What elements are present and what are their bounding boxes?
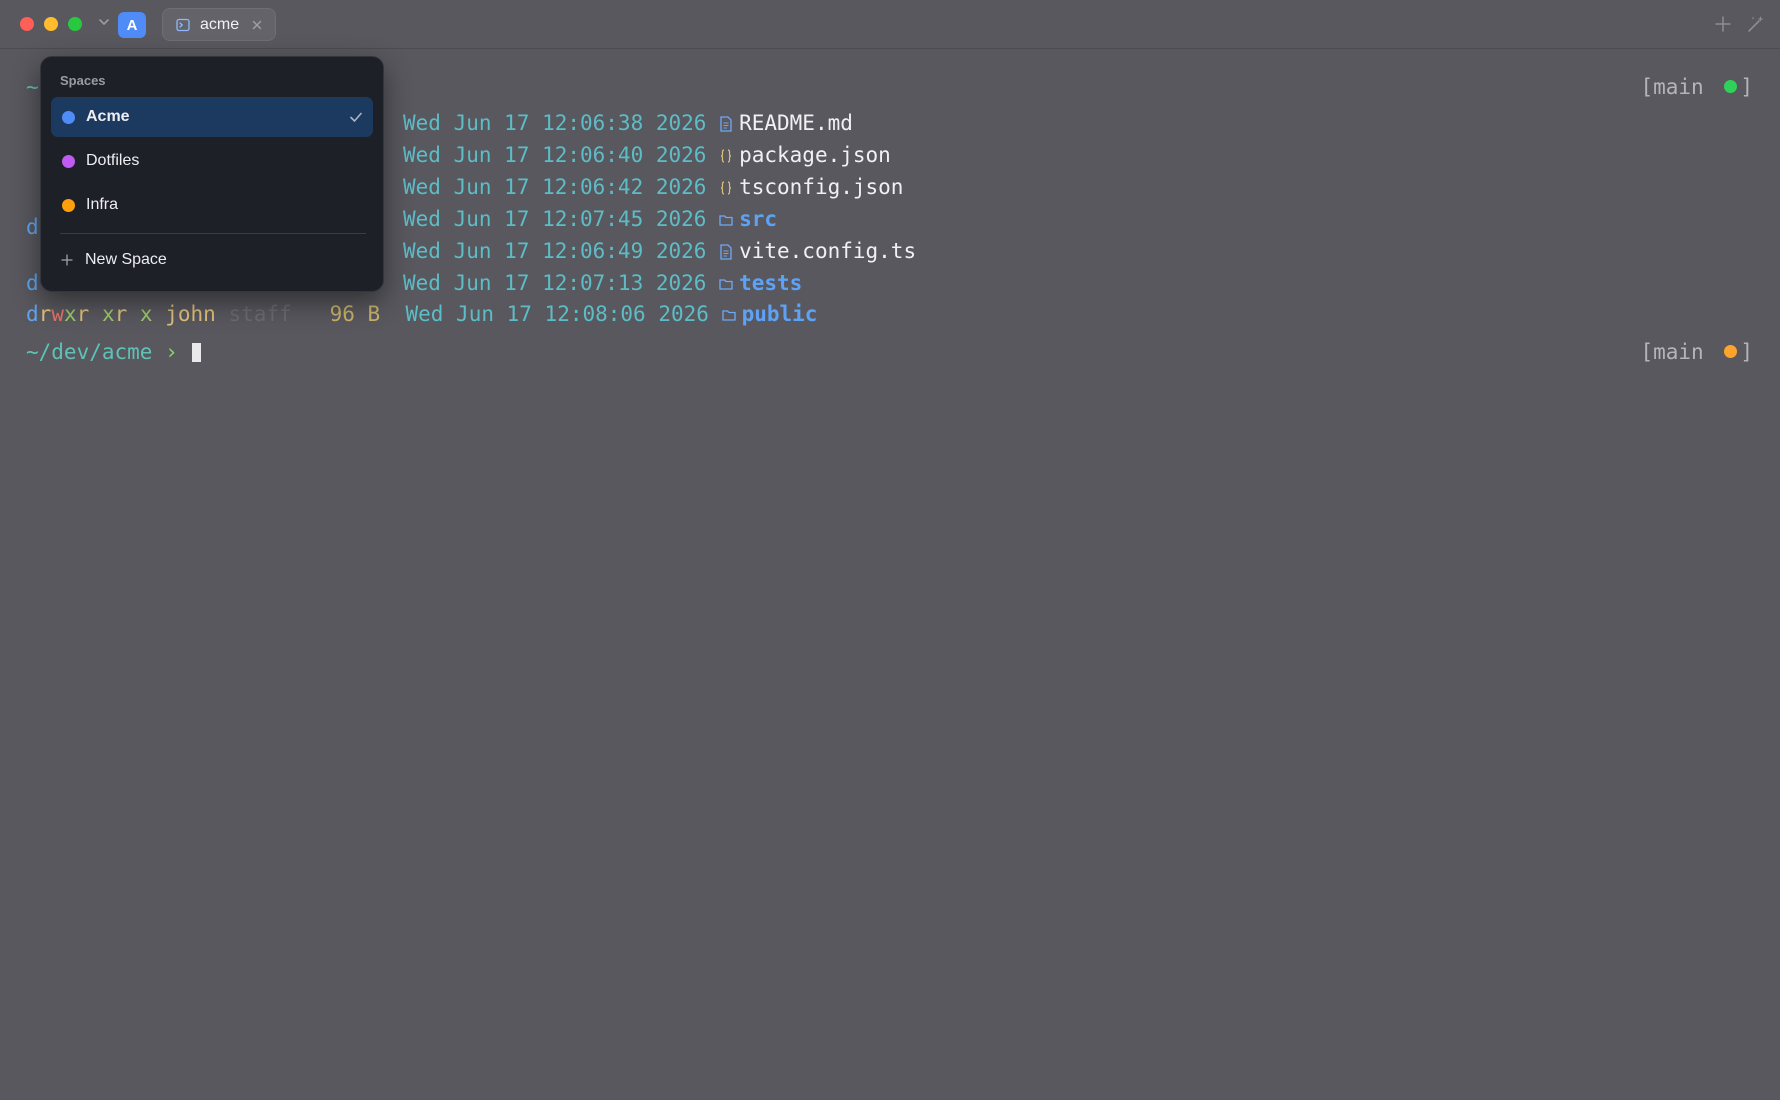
- file-icon: [720, 116, 732, 132]
- git-branch-indicator-top: [main ]: [1640, 75, 1753, 99]
- title-bar: A acme: [0, 0, 1780, 49]
- file-icon: [720, 244, 732, 260]
- checkmark-icon: [350, 112, 362, 122]
- tab-acme[interactable]: acme: [162, 8, 276, 41]
- spaces-dropdown: Spaces Acme Dotfiles Infra New Space: [40, 56, 384, 292]
- space-item-acme[interactable]: Acme: [51, 97, 373, 137]
- shell-prompt: ~/dev/acme ›: [26, 340, 178, 364]
- space-color-dot: [62, 111, 75, 124]
- ai-sparkle-icon[interactable]: [1746, 14, 1766, 34]
- new-tab-plus-icon[interactable]: [1714, 15, 1732, 33]
- space-label: Infra: [86, 196, 119, 213]
- close-tab-icon[interactable]: [251, 19, 263, 31]
- perm-fragment: d: [26, 271, 39, 295]
- text-cursor: [192, 343, 201, 362]
- git-status-dot-clean: [1724, 80, 1738, 93]
- space-color-dot: [62, 155, 75, 168]
- partial-prompt: ~: [26, 75, 39, 99]
- spaces-header: Spaces: [60, 73, 106, 88]
- space-item-dotfiles[interactable]: Dotfiles: [51, 141, 373, 181]
- plus-icon: [61, 254, 73, 266]
- new-space-label: New Space: [85, 251, 167, 268]
- tab-label: acme: [200, 16, 240, 33]
- json-icon: [721, 181, 732, 195]
- table-row: Wed Jun 17 12:07:45 2026 src: [403, 207, 778, 231]
- folder-icon: [721, 310, 736, 321]
- table-row: drwxr xr x john staff 96 B Wed Jun 17 12…: [26, 302, 818, 326]
- space-switcher-avatar[interactable]: A: [118, 12, 146, 38]
- perm-fragment: d: [26, 215, 39, 239]
- table-row: Wed Jun 17 12:06:40 2026 package.json: [403, 143, 891, 167]
- table-row: Wed Jun 17 12:06:49 2026 vite.config.ts: [403, 239, 917, 263]
- zoom-window-button[interactable]: [68, 17, 82, 31]
- table-row: Wed Jun 17 12:06:42 2026 tsconfig.json: [403, 175, 904, 199]
- terminal-icon: [176, 18, 190, 32]
- close-window-button[interactable]: [20, 17, 34, 31]
- dropdown-divider: [60, 233, 366, 234]
- minimize-window-button[interactable]: [44, 17, 58, 31]
- folder-icon: [719, 279, 733, 290]
- new-space-button[interactable]: New Space: [51, 243, 373, 279]
- git-branch-indicator-bottom: [main ]: [1640, 340, 1753, 364]
- json-icon: [721, 149, 732, 163]
- space-item-infra[interactable]: Infra: [51, 185, 373, 225]
- space-label: Acme: [86, 108, 130, 125]
- table-row: Wed Jun 17 12:06:38 2026 README.md: [403, 111, 853, 135]
- space-color-dot: [62, 199, 75, 212]
- space-label: Dotfiles: [86, 152, 140, 169]
- folder-icon: [719, 215, 733, 226]
- git-status-dot-dirty: [1724, 345, 1738, 358]
- table-row: Wed Jun 17 12:07:13 2026 tests: [403, 271, 803, 295]
- chevron-down-icon[interactable]: [97, 15, 111, 29]
